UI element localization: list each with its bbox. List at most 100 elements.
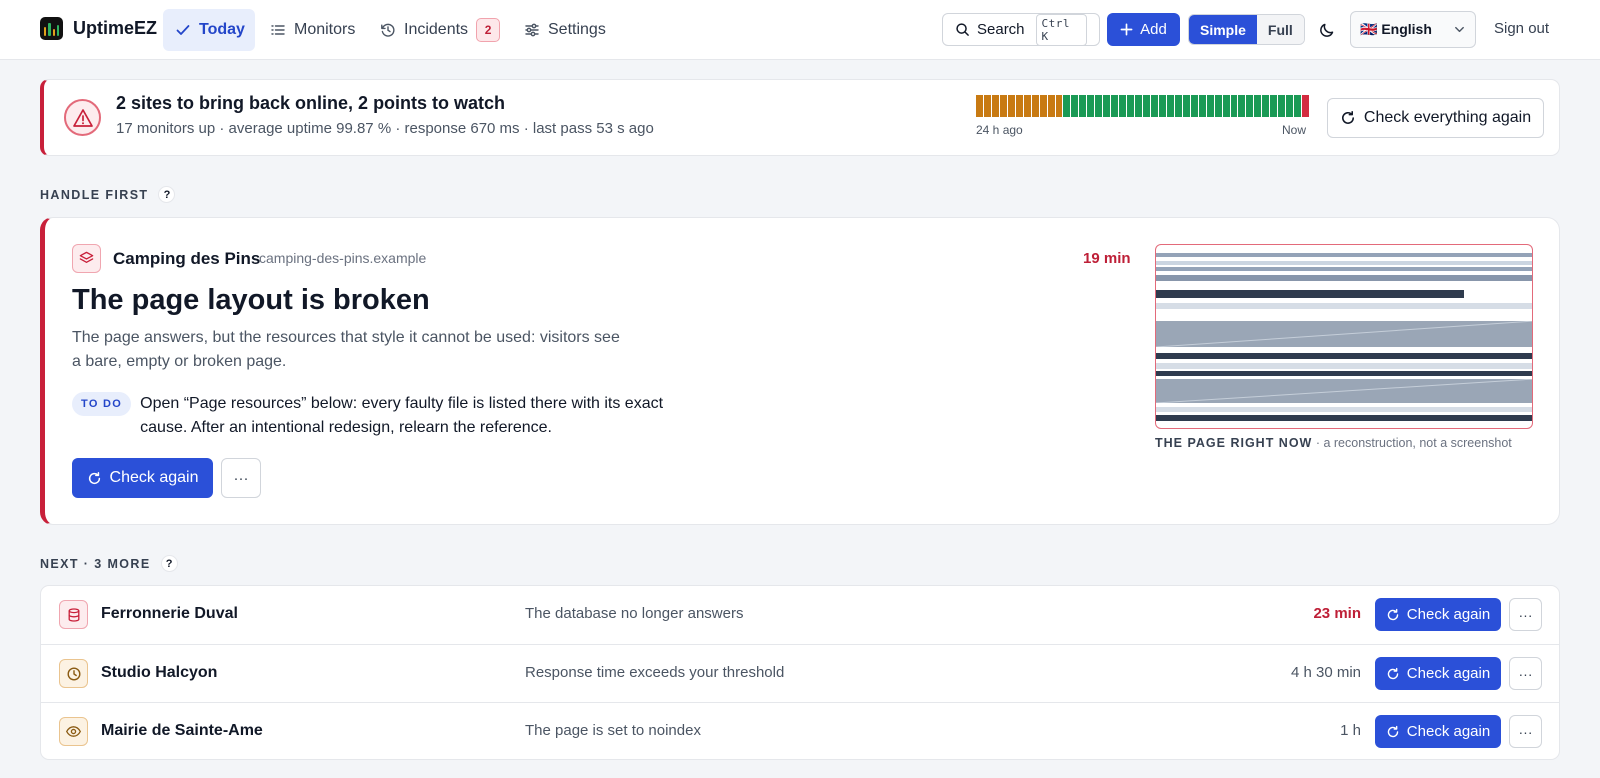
site-name[interactable]: Camping des Pins bbox=[113, 249, 260, 269]
nav-incidents-label: Incidents bbox=[404, 21, 469, 38]
history-segment-up bbox=[1238, 95, 1246, 117]
language-select[interactable]: 🇬🇧 English bbox=[1350, 11, 1476, 48]
history-segment-up bbox=[1246, 95, 1254, 117]
more-options-button[interactable]: ··· bbox=[221, 458, 261, 498]
site-name: Mairie de Sainte-Ame bbox=[101, 722, 263, 739]
history-segment-up bbox=[1214, 95, 1222, 117]
preview-image-block bbox=[1156, 321, 1532, 347]
add-label: Add bbox=[1140, 21, 1167, 38]
nav-settings[interactable]: Settings bbox=[512, 9, 618, 51]
issue-duration: 4 h 30 min bbox=[1290, 664, 1361, 681]
history-segment-up bbox=[1294, 95, 1302, 117]
check-again-label: Check again bbox=[109, 469, 199, 486]
sign-out-link[interactable]: Sign out bbox=[1494, 20, 1549, 37]
history-segment-up bbox=[1127, 95, 1135, 117]
history-segment-up bbox=[1079, 95, 1087, 117]
next-label: NEXT · 3 MORE bbox=[40, 556, 151, 571]
next-incidents-list: Ferronnerie Duval The database no longer… bbox=[40, 585, 1560, 760]
preview-caption-strong: THE PAGE RIGHT NOW bbox=[1155, 436, 1313, 450]
site-host: camping-des-pins.example bbox=[259, 250, 427, 266]
history-segment-up bbox=[1190, 95, 1198, 117]
todo-badge: TO DO bbox=[72, 392, 132, 416]
history-start-label: 24 h ago bbox=[976, 123, 1023, 137]
history-segment-down bbox=[1302, 95, 1310, 117]
history-segment-warn bbox=[991, 95, 999, 117]
history-segment-up bbox=[1103, 95, 1111, 117]
check-again-button[interactable]: Check again bbox=[1375, 598, 1501, 631]
history-segment-up bbox=[1135, 95, 1143, 117]
history-segment-up bbox=[1286, 95, 1294, 117]
handle-first-label: HANDLE FIRST bbox=[40, 187, 149, 202]
preview-caption: THE PAGE RIGHT NOW · a reconstruction, n… bbox=[1155, 436, 1512, 450]
history-segment-up bbox=[1270, 95, 1278, 117]
check-again-button[interactable]: Check again bbox=[72, 458, 213, 498]
history-segment-up bbox=[1071, 95, 1079, 117]
brand-name: UptimeEZ bbox=[73, 18, 158, 38]
mode-simple-button[interactable]: Simple bbox=[1189, 15, 1257, 44]
history-segment-up bbox=[1198, 95, 1206, 117]
nav-settings-label: Settings bbox=[548, 21, 606, 38]
preview-line bbox=[1156, 290, 1465, 298]
search-button[interactable]: Search Ctrl K bbox=[942, 13, 1100, 46]
list-item[interactable]: Mairie de Sainte-Ame The page is set to … bbox=[41, 702, 1559, 760]
mode-full-button[interactable]: Full bbox=[1256, 15, 1304, 44]
check-again-label: Check again bbox=[1406, 606, 1491, 623]
history-segment-warn bbox=[1007, 95, 1015, 117]
uptime-history-bar bbox=[976, 95, 1310, 117]
view-mode-toggle: Simple Full bbox=[1188, 14, 1305, 45]
history-segment-warn bbox=[1039, 95, 1047, 117]
history-segment-up bbox=[1063, 95, 1071, 117]
search-shortcut: Ctrl K bbox=[1035, 13, 1087, 46]
check-again-label: Check again bbox=[1406, 665, 1491, 682]
history-segment-up bbox=[1111, 95, 1119, 117]
priority-incident-card: Camping des Pins camping-des-pins.exampl… bbox=[40, 217, 1560, 525]
history-segment-up bbox=[1119, 95, 1127, 117]
warning-icon bbox=[64, 99, 101, 136]
add-button[interactable]: Add bbox=[1107, 13, 1180, 46]
plus-icon bbox=[1120, 23, 1133, 36]
check-everything-button[interactable]: Check everything again bbox=[1327, 98, 1544, 138]
preview-line bbox=[1156, 261, 1532, 265]
check-everything-label: Check everything again bbox=[1363, 109, 1532, 126]
check-again-button[interactable]: Check again bbox=[1375, 657, 1501, 690]
history-segment-up bbox=[1174, 95, 1182, 117]
issue-description: The page is set to noindex bbox=[525, 722, 701, 739]
logo-icon bbox=[40, 17, 63, 40]
issue-duration: 1 h bbox=[1340, 722, 1361, 739]
nav-monitors[interactable]: Monitors bbox=[258, 9, 367, 51]
preview-caption-text: · a reconstruction, not a screenshot bbox=[1312, 436, 1512, 450]
history-segment-up bbox=[1166, 95, 1174, 117]
more-options-button[interactable]: ··· bbox=[1509, 598, 1542, 631]
history-icon bbox=[380, 22, 396, 38]
nav-today[interactable]: Today bbox=[163, 9, 255, 51]
history-segment-up bbox=[1254, 95, 1262, 117]
check-again-label: Check again bbox=[1406, 723, 1491, 740]
more-options-button[interactable]: ··· bbox=[1509, 715, 1542, 748]
check-again-button[interactable]: Check again bbox=[1375, 715, 1501, 748]
history-segment-up bbox=[1143, 95, 1150, 117]
todo-text: Open “Page resources” below: every fault… bbox=[140, 395, 664, 436]
nav-incidents[interactable]: Incidents 2 bbox=[368, 9, 512, 51]
help-icon[interactable]: ? bbox=[158, 186, 176, 203]
moon-icon[interactable] bbox=[1318, 21, 1336, 39]
preview-line bbox=[1156, 363, 1532, 369]
history-segment-up bbox=[1230, 95, 1238, 117]
help-icon[interactable]: ? bbox=[160, 555, 178, 572]
history-segment-warn bbox=[1055, 95, 1063, 117]
history-segment-warn bbox=[1015, 95, 1023, 117]
summary-subtitle: 17 monitors up · average uptime 99.87 % … bbox=[116, 120, 654, 137]
page-reconstruction-preview[interactable] bbox=[1155, 244, 1533, 429]
more-options-button[interactable]: ··· bbox=[1509, 657, 1542, 690]
history-segment-up bbox=[1222, 95, 1230, 117]
preview-line bbox=[1156, 253, 1532, 257]
preview-line bbox=[1156, 303, 1532, 309]
list-item[interactable]: Studio Halcyon Response time exceeds you… bbox=[41, 644, 1559, 702]
brand[interactable]: UptimeEZ bbox=[40, 17, 157, 40]
todo-block: TO DO Open “Page resources” below: every… bbox=[72, 392, 680, 440]
preview-line bbox=[1156, 371, 1532, 376]
preview-line bbox=[1156, 415, 1532, 421]
incident-title: The page layout is broken bbox=[72, 284, 430, 316]
list-item[interactable]: Ferronnerie Duval The database no longer… bbox=[41, 586, 1559, 644]
summary-title: 2 sites to bring back online, 2 points t… bbox=[116, 93, 506, 113]
search-label: Search bbox=[977, 21, 1025, 38]
